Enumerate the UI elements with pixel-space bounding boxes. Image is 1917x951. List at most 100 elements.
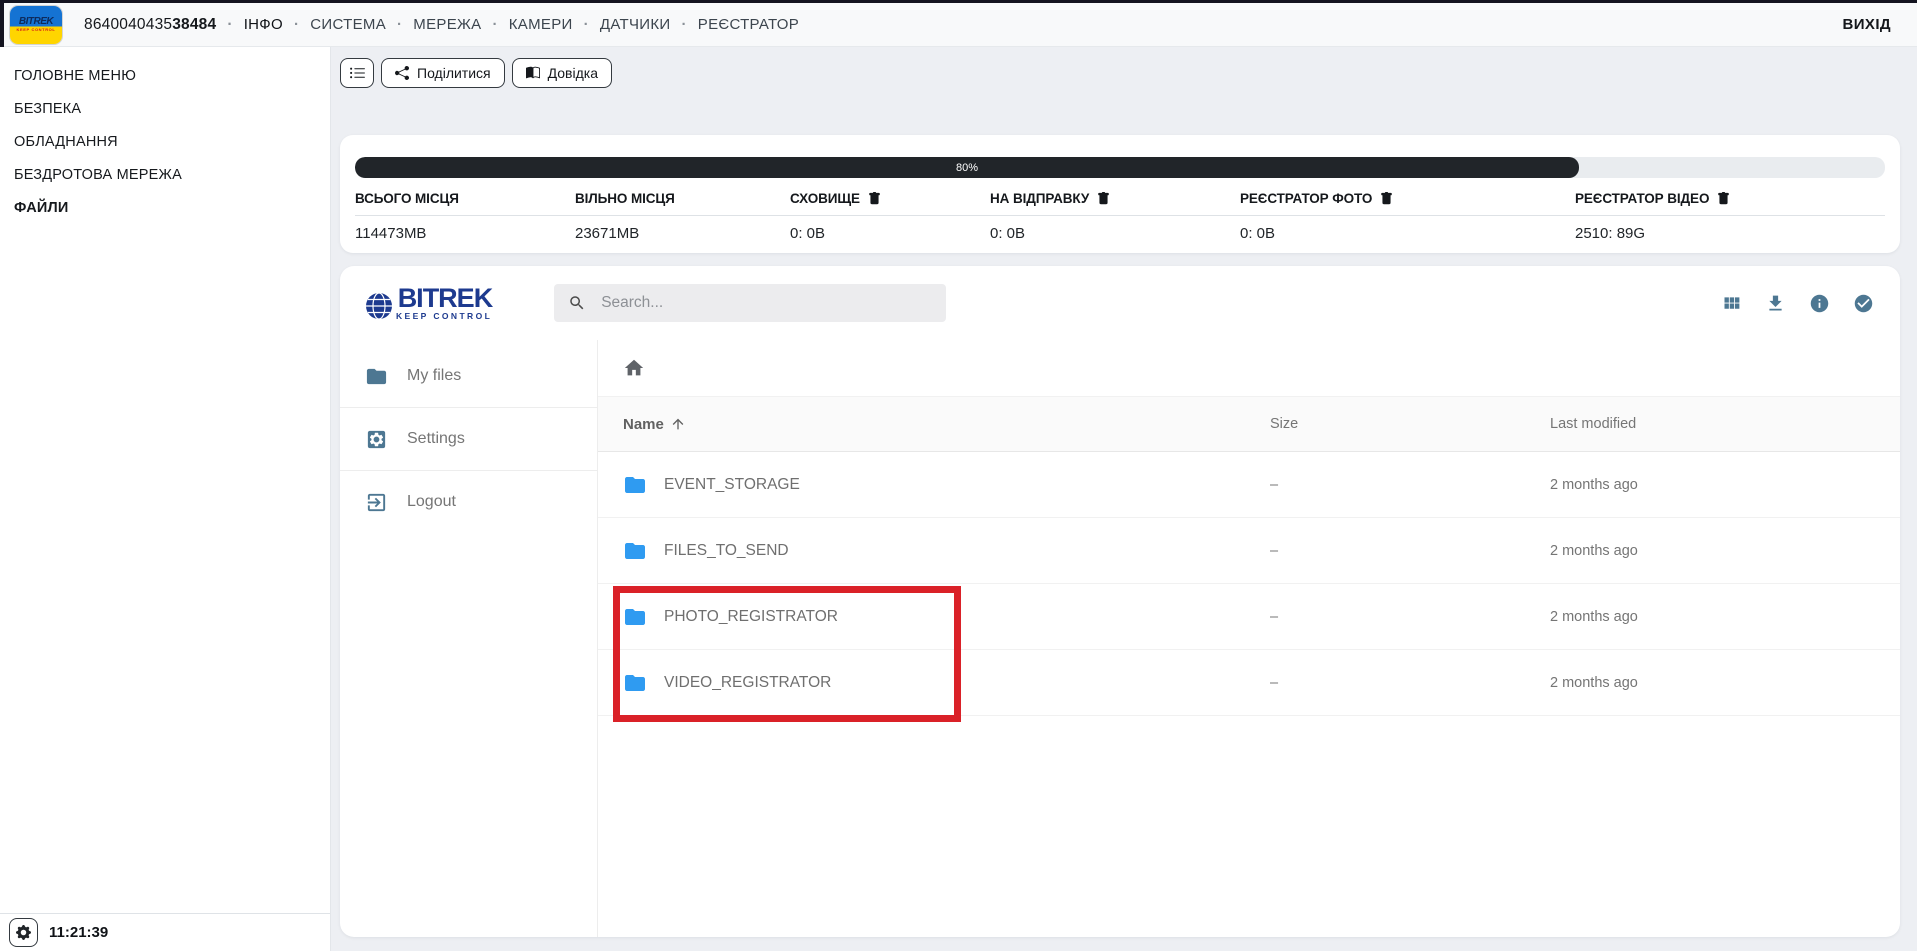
list-view-button[interactable]	[340, 58, 374, 88]
file-manager-body: My files Settings Logout	[340, 340, 1900, 937]
select-all-check-icon[interactable]	[1853, 293, 1874, 314]
file-row-files-to-send[interactable]: FILES_TO_SEND – 2 months ago	[598, 518, 1900, 584]
trash-icon[interactable]	[1717, 192, 1730, 205]
stat-regvideo-value: 2510: 89G	[1575, 225, 1885, 242]
bitrek-logo[interactable]: BITREK KEEP CONTROL	[364, 286, 492, 321]
storage-progress-fill: 80%	[355, 157, 1579, 178]
file-size: –	[1270, 543, 1550, 559]
file-name: PHOTO_REGISTRATOR	[664, 608, 838, 626]
stat-regphoto-value: 0: 0B	[1240, 225, 1575, 242]
stat-vault-value: 0: 0B	[790, 225, 990, 242]
info-icon[interactable]	[1809, 293, 1830, 314]
share-button[interactable]: Поділитися	[381, 58, 505, 88]
trash-icon[interactable]	[868, 192, 881, 205]
gear-icon	[16, 925, 31, 940]
column-header-name[interactable]: Name	[598, 416, 1270, 433]
help-button-label: Довідка	[548, 65, 598, 81]
stat-tosend-value: 0: 0B	[990, 225, 1240, 242]
folder-icon	[623, 539, 647, 563]
settings-icon	[365, 428, 388, 451]
storage-stats-grid: ВСЬОГО МІСЦЯ ВІЛЬНО МІСЦЯ СХОВИЩЕ НА ВІД…	[355, 191, 1885, 242]
logo-subtext: KEEP CONTROL	[17, 27, 56, 33]
file-manager-actions	[1721, 293, 1874, 314]
logout-link[interactable]: ВИХІД	[1843, 16, 1891, 33]
storage-progress-track: 80%	[355, 157, 1885, 178]
top-bar: BITREK KEEP CONTROL 864004043538484 ІНФО…	[0, 0, 1917, 47]
file-row-event-storage[interactable]: EVENT_STORAGE – 2 months ago	[598, 452, 1900, 518]
divider	[340, 407, 597, 408]
help-button[interactable]: Довідка	[512, 58, 612, 88]
storage-progress-label: 80%	[956, 162, 978, 174]
fm-nav-logout[interactable]: Logout	[340, 476, 597, 528]
search-input[interactable]	[599, 293, 903, 313]
sort-ascending-icon	[670, 416, 686, 432]
stat-free-value: 23671MB	[575, 225, 790, 242]
search-box[interactable]	[554, 284, 946, 322]
share-icon	[395, 66, 409, 80]
file-table-header: Name Size Last modified	[598, 397, 1900, 452]
device-id: 864004043538484	[84, 16, 244, 34]
nav-item-cameras[interactable]: КАМЕРИ	[509, 16, 600, 33]
home-icon[interactable]	[623, 357, 645, 379]
file-row-video-registrator[interactable]: VIDEO_REGISTRATOR – 2 months ago	[598, 650, 1900, 716]
download-icon[interactable]	[1765, 293, 1786, 314]
logout-icon	[365, 491, 388, 514]
folder-icon	[623, 473, 647, 497]
file-modified: 2 months ago	[1550, 543, 1900, 559]
stat-tosend-label: НА ВІДПРАВКУ	[990, 191, 1240, 206]
column-header-size[interactable]: Size	[1270, 416, 1550, 432]
fm-nav-my-files[interactable]: My files	[340, 350, 597, 402]
file-row-photo-registrator[interactable]: PHOTO_REGISTRATOR – 2 months ago	[598, 584, 1900, 650]
stat-regvideo-label: РЕЄСТРАТОР ВІДЕО	[1575, 191, 1885, 206]
file-name: FILES_TO_SEND	[664, 542, 789, 560]
sidebar-item-files[interactable]: ФАЙЛИ	[0, 191, 330, 224]
bitrek-device-app: BITREK KEEP CONTROL 864004043538484 ІНФО…	[0, 0, 1917, 951]
sidebar-footer: 11:21:39	[0, 913, 330, 951]
nav-item-system[interactable]: СИСТЕМА	[310, 16, 413, 33]
settings-gear-button[interactable]	[9, 918, 38, 947]
fm-nav-settings[interactable]: Settings	[340, 413, 597, 465]
column-header-modified[interactable]: Last modified	[1550, 416, 1900, 432]
share-button-label: Поділитися	[417, 65, 491, 81]
nav-item-registrar[interactable]: РЕЄСТРАТОР	[698, 16, 799, 33]
file-modified: 2 months ago	[1550, 675, 1900, 691]
folder-icon	[365, 365, 388, 388]
nav-item-sensors[interactable]: ДАТЧИКИ	[600, 16, 698, 33]
stat-vault-label: СХОВИЩЕ	[790, 191, 990, 206]
fm-logo-subtext: KEEP CONTROL	[396, 311, 492, 321]
trash-icon[interactable]	[1097, 192, 1110, 205]
sidebar-menu: ГОЛОВНЕ МЕНЮ БЕЗПЕКА ОБЛАДНАННЯ БЕЗДРОТО…	[0, 47, 330, 224]
nav-item-info[interactable]: ІНФО	[244, 16, 311, 33]
fm-nav-label: Settings	[407, 430, 465, 448]
file-manager-header: BITREK KEEP CONTROL	[340, 266, 1900, 340]
file-modified: 2 months ago	[1550, 609, 1900, 625]
book-icon	[526, 66, 540, 80]
trash-icon[interactable]	[1380, 192, 1393, 205]
sidebar-item-wireless-network[interactable]: БЕЗДРОТОВА МЕРЕЖА	[0, 158, 330, 191]
stat-total-label: ВСЬОГО МІСЦЯ	[355, 191, 575, 206]
stat-free-label: ВІЛЬНО МІСЦЯ	[575, 191, 790, 206]
breadcrumb	[598, 340, 1900, 397]
file-modified: 2 months ago	[1550, 477, 1900, 493]
storage-stats-card: 80% ВСЬОГО МІСЦЯ ВІЛЬНО МІСЦЯ СХОВИЩЕ НА…	[340, 135, 1900, 253]
file-size: –	[1270, 609, 1550, 625]
sidebar-item-security[interactable]: БЕЗПЕКА	[0, 92, 330, 125]
device-time: 11:21:39	[49, 924, 108, 941]
sidebar-item-equipment[interactable]: ОБЛАДНАННЯ	[0, 125, 330, 158]
file-manager-content: Name Size Last modified EVENT_STORAGE – …	[597, 340, 1900, 937]
bitrek-flag-logo[interactable]: BITREK KEEP CONTROL	[10, 6, 62, 44]
file-name: EVENT_STORAGE	[664, 476, 800, 494]
file-manager-card: BITREK KEEP CONTROL	[340, 266, 1900, 937]
top-nav: 864004043538484 ІНФО СИСТЕМА МЕРЕЖА КАМЕ…	[84, 16, 799, 34]
file-manager-nav: My files Settings Logout	[340, 340, 597, 937]
folder-icon	[623, 605, 647, 629]
sidebar-item-main-menu[interactable]: ГОЛОВНЕ МЕНЮ	[0, 59, 330, 92]
nav-item-network[interactable]: МЕРЕЖА	[413, 16, 508, 33]
grid-view-icon[interactable]	[1721, 293, 1742, 314]
file-size: –	[1270, 477, 1550, 493]
folder-icon	[623, 671, 647, 695]
list-icon	[349, 65, 366, 82]
globe-icon	[364, 291, 394, 321]
page-toolbar: Поділитися Довідка	[340, 58, 1900, 88]
logo-text: BITREK	[19, 17, 53, 27]
